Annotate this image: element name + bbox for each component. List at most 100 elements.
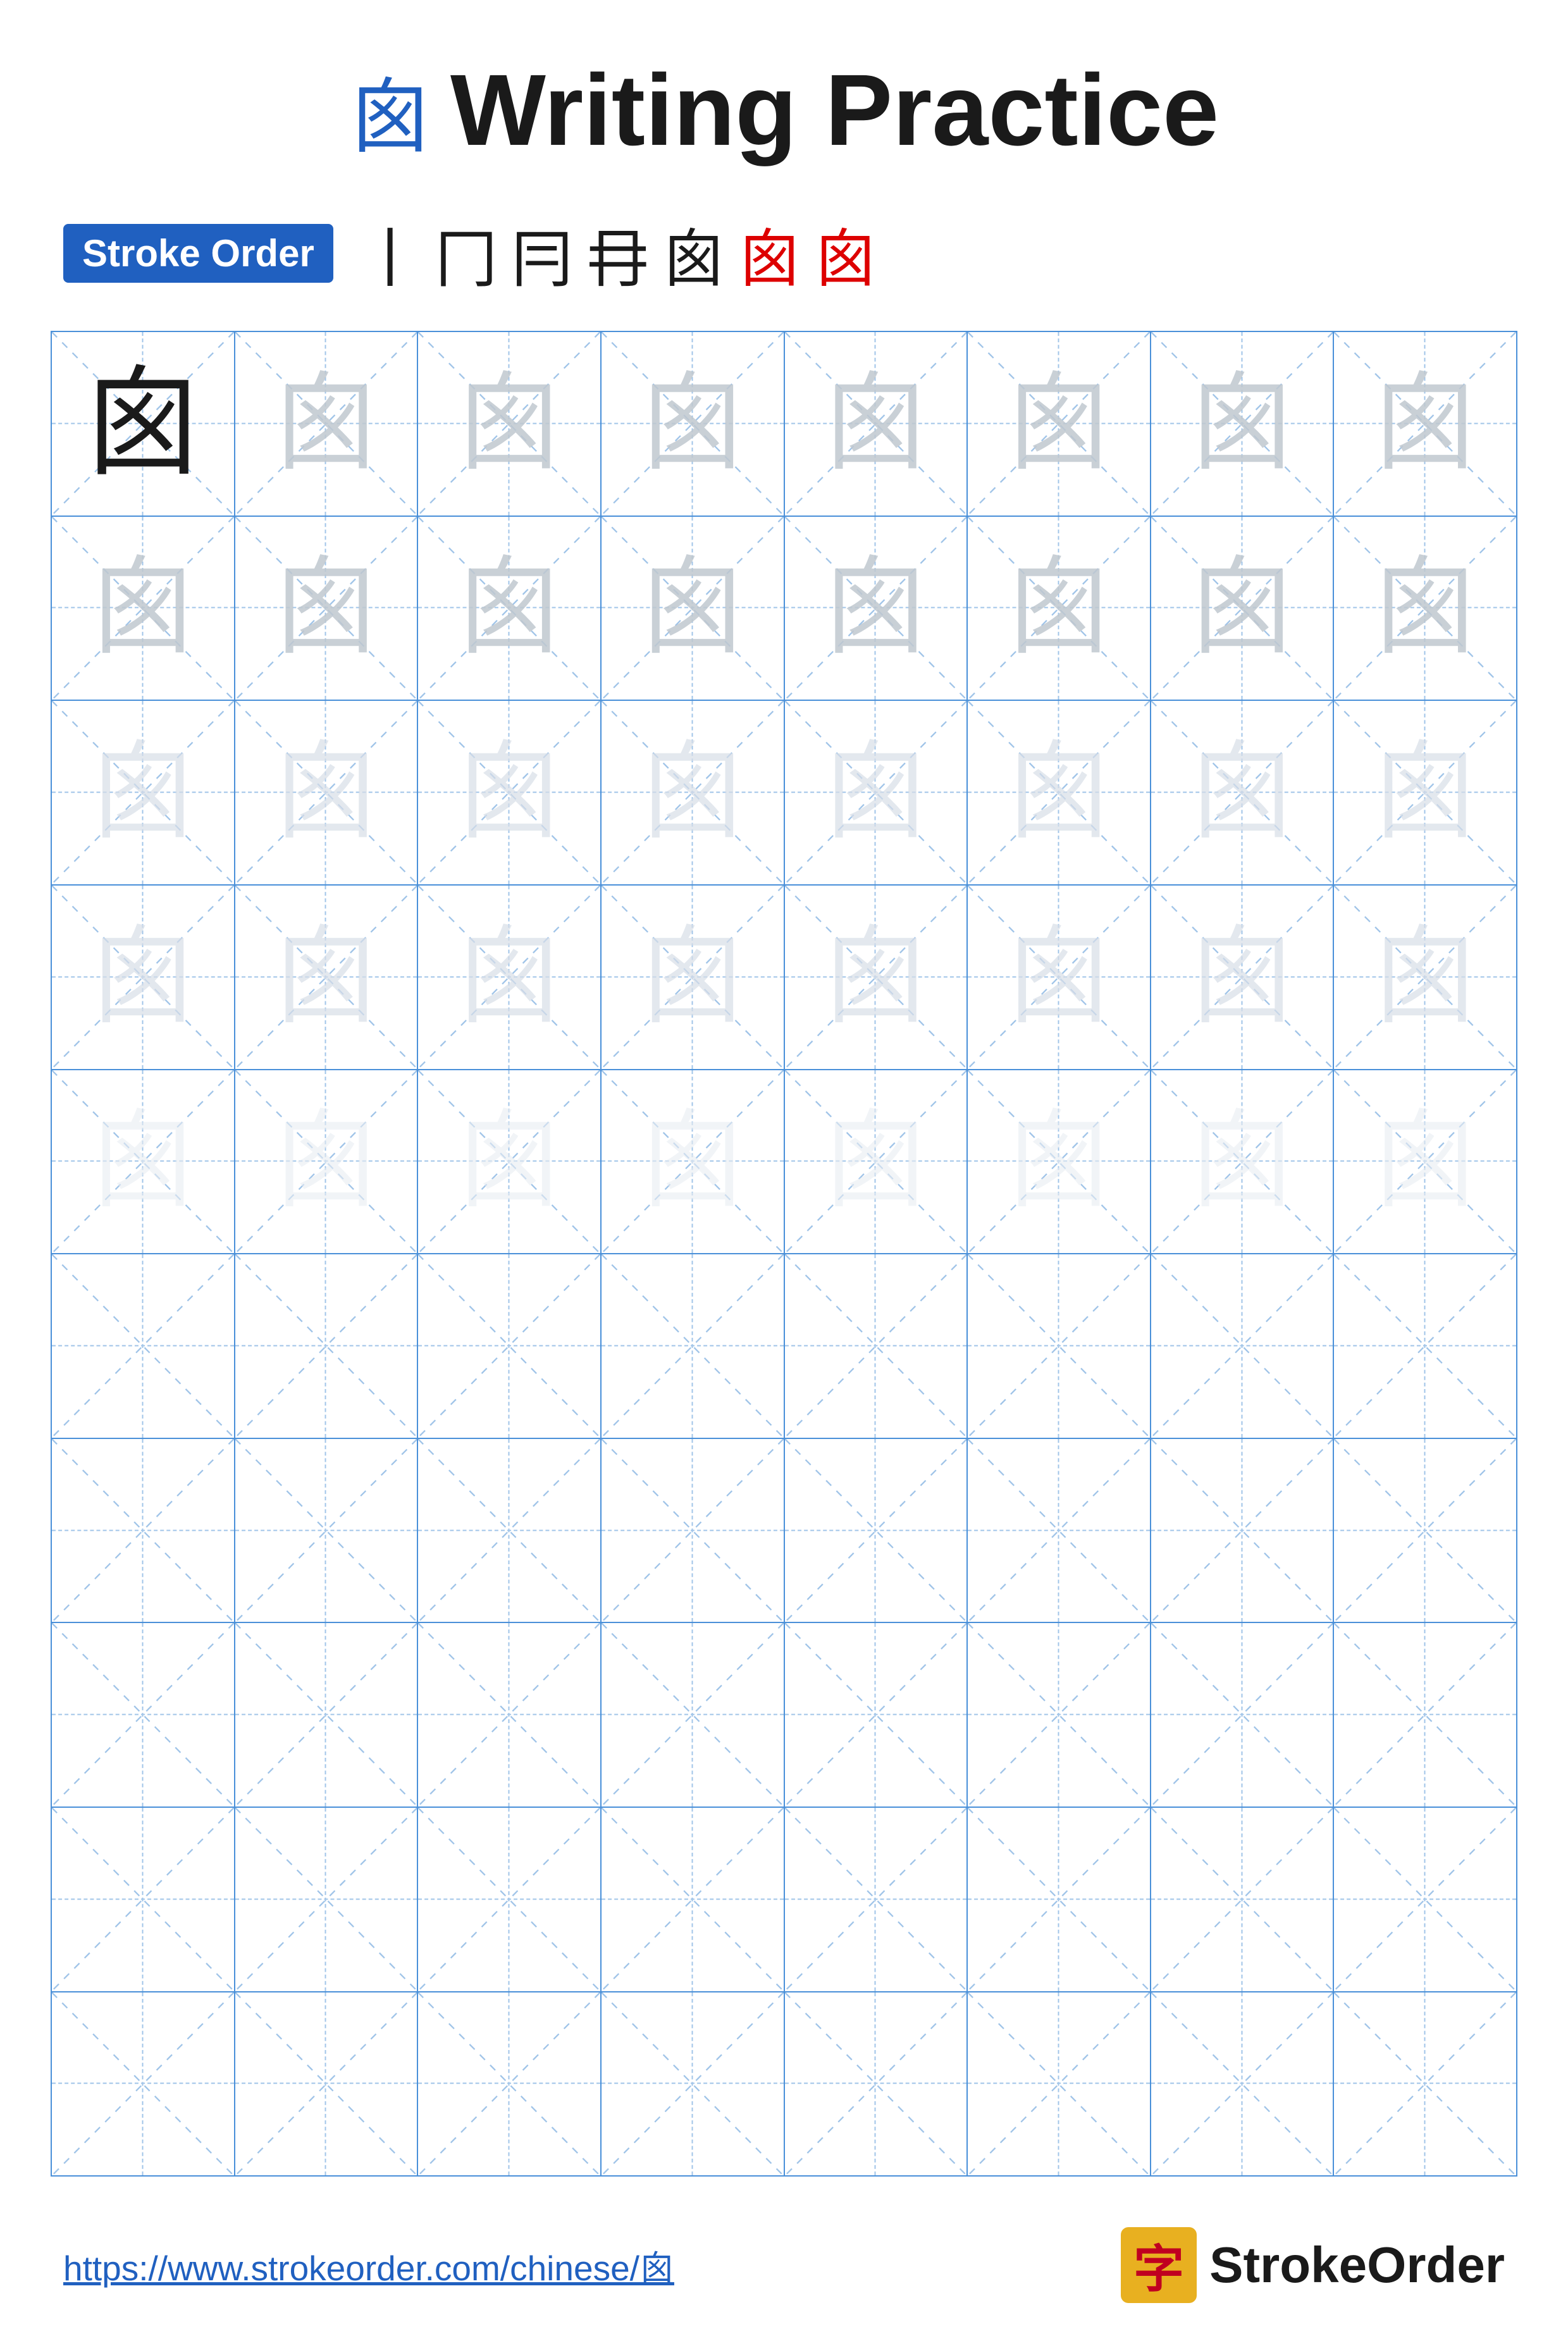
grid-cell[interactable]: 囪 <box>52 886 235 1069</box>
grid-cell[interactable] <box>235 1439 419 1622</box>
cell-character: 囪 <box>1188 370 1296 478</box>
grid-cell[interactable]: 囪 <box>235 332 419 516</box>
cell-character: 囪 <box>822 1108 929 1215</box>
grid-cell[interactable] <box>968 1992 1151 2176</box>
grid-cell[interactable] <box>418 1439 602 1622</box>
stroke-order-section: Stroke Order 丨 冂 冃 冄 囪 囪 囪 <box>51 207 1517 299</box>
grid-cell[interactable]: 囪 <box>968 701 1151 884</box>
grid-cell[interactable] <box>1151 1992 1335 2176</box>
stroke-7: 囪 <box>814 207 877 299</box>
grid-cell[interactable] <box>602 1808 785 1991</box>
grid-cell[interactable] <box>968 1808 1151 1991</box>
grid-cell[interactable]: 囪 <box>1151 886 1335 1069</box>
stroke-order-badge[interactable]: Stroke Order <box>63 224 333 283</box>
grid-cell[interactable]: 囪 <box>235 1070 419 1254</box>
grid-cell[interactable]: 囪 <box>785 701 968 884</box>
grid-cell[interactable] <box>785 1439 968 1622</box>
grid-cell[interactable]: 囪 <box>418 517 602 700</box>
grid-cell[interactable]: 囪 <box>1151 517 1335 700</box>
grid-cell[interactable] <box>52 1992 235 2176</box>
grid-cell[interactable] <box>785 1808 968 1991</box>
header-character-icon: 囪 <box>349 51 431 170</box>
grid-cell[interactable]: 囪 <box>1334 517 1516 700</box>
grid-cell[interactable] <box>418 1808 602 1991</box>
cell-character: 囪 <box>1371 923 1479 1031</box>
grid-cell[interactable]: 囪 <box>968 886 1151 1069</box>
grid-cell[interactable]: 囪 <box>1334 886 1516 1069</box>
grid-cell[interactable] <box>235 1808 419 1991</box>
grid-cell[interactable] <box>968 1439 1151 1622</box>
grid-cell[interactable]: 囪 <box>52 1070 235 1254</box>
grid-cell[interactable] <box>1334 1992 1516 2176</box>
grid-cell[interactable] <box>968 1254 1151 1438</box>
grid-cell[interactable]: 囪 <box>602 1070 785 1254</box>
grid-cell[interactable]: 囪 <box>418 1070 602 1254</box>
cell-character: 囪 <box>455 739 563 846</box>
grid-cell[interactable] <box>52 1254 235 1438</box>
grid-cell[interactable]: 囪 <box>52 332 235 516</box>
grid-cell[interactable]: 囪 <box>968 332 1151 516</box>
grid-cell[interactable] <box>235 1254 419 1438</box>
grid-cell[interactable] <box>235 1992 419 2176</box>
grid-cell[interactable] <box>418 1992 602 2176</box>
grid-row: 囪 囪 囪 囪 囪 囪 囪 囪 <box>52 701 1516 886</box>
cell-character: 囪 <box>822 923 929 1031</box>
grid-cell[interactable] <box>602 1439 785 1622</box>
grid-cell[interactable] <box>1334 1439 1516 1622</box>
grid-cell[interactable]: 囪 <box>602 517 785 700</box>
grid-cell[interactable] <box>602 1623 785 1807</box>
grid-cell[interactable] <box>418 1254 602 1438</box>
stroke-6: 囪 <box>738 207 801 299</box>
cell-character: 囪 <box>1005 1108 1113 1215</box>
grid-cell[interactable]: 囪 <box>52 517 235 700</box>
grid-cell[interactable]: 囪 <box>602 701 785 884</box>
grid-cell[interactable]: 囪 <box>418 701 602 884</box>
grid-cell[interactable]: 囪 <box>785 886 968 1069</box>
grid-cell[interactable] <box>418 1623 602 1807</box>
grid-cell[interactable] <box>1334 1623 1516 1807</box>
grid-cell[interactable] <box>602 1992 785 2176</box>
grid-cell[interactable]: 囪 <box>785 1070 968 1254</box>
grid-cell[interactable]: 囪 <box>785 517 968 700</box>
grid-cell[interactable] <box>602 1254 785 1438</box>
grid-cell[interactable]: 囪 <box>1151 332 1335 516</box>
grid-cell[interactable]: 囪 <box>602 332 785 516</box>
grid-cell[interactable] <box>1151 1623 1335 1807</box>
grid-cell[interactable] <box>968 1623 1151 1807</box>
grid-row <box>52 1808 1516 1992</box>
grid-cell[interactable]: 囪 <box>968 517 1151 700</box>
grid-cell[interactable] <box>785 1254 968 1438</box>
grid-cell[interactable]: 囪 <box>602 886 785 1069</box>
grid-cell[interactable]: 囪 <box>235 701 419 884</box>
grid-cell[interactable] <box>235 1623 419 1807</box>
grid-cell[interactable]: 囪 <box>1151 701 1335 884</box>
grid-cell[interactable]: 囪 <box>418 886 602 1069</box>
grid-cell[interactable]: 囪 <box>1334 1070 1516 1254</box>
grid-cell[interactable] <box>1151 1439 1335 1622</box>
grid-cell[interactable]: 囪 <box>235 517 419 700</box>
grid-cell[interactable] <box>1151 1254 1335 1438</box>
grid-cell[interactable]: 囪 <box>968 1070 1151 1254</box>
grid-cell[interactable] <box>1334 1808 1516 1991</box>
grid-cell[interactable]: 囪 <box>785 332 968 516</box>
grid-cell[interactable]: 囪 <box>52 701 235 884</box>
footer-url[interactable]: https://www.strokeorder.com/chinese/囪 <box>63 2240 674 2290</box>
grid-cell[interactable] <box>785 1623 968 1807</box>
grid-cell[interactable] <box>52 1439 235 1622</box>
grid-cell[interactable]: 囪 <box>1334 701 1516 884</box>
cell-character: 囪 <box>1188 923 1296 1031</box>
grid-cell[interactable] <box>1334 1254 1516 1438</box>
cell-character: 囪 <box>89 739 197 846</box>
grid-cell[interactable]: 囪 <box>418 332 602 516</box>
grid-cell[interactable] <box>785 1992 968 2176</box>
grid-cell[interactable]: 囪 <box>1334 332 1516 516</box>
grid-cell[interactable]: 囪 <box>235 886 419 1069</box>
cell-character: 囪 <box>1371 1108 1479 1215</box>
stroke-5: 囪 <box>662 207 725 299</box>
grid-cell[interactable]: 囪 <box>1151 1070 1335 1254</box>
grid-cell[interactable] <box>52 1623 235 1807</box>
grid-cell[interactable] <box>1151 1808 1335 1991</box>
grid-cell[interactable] <box>52 1808 235 1991</box>
grid-row <box>52 1623 1516 1808</box>
logo-char: 字 <box>1133 2228 1184 2302</box>
